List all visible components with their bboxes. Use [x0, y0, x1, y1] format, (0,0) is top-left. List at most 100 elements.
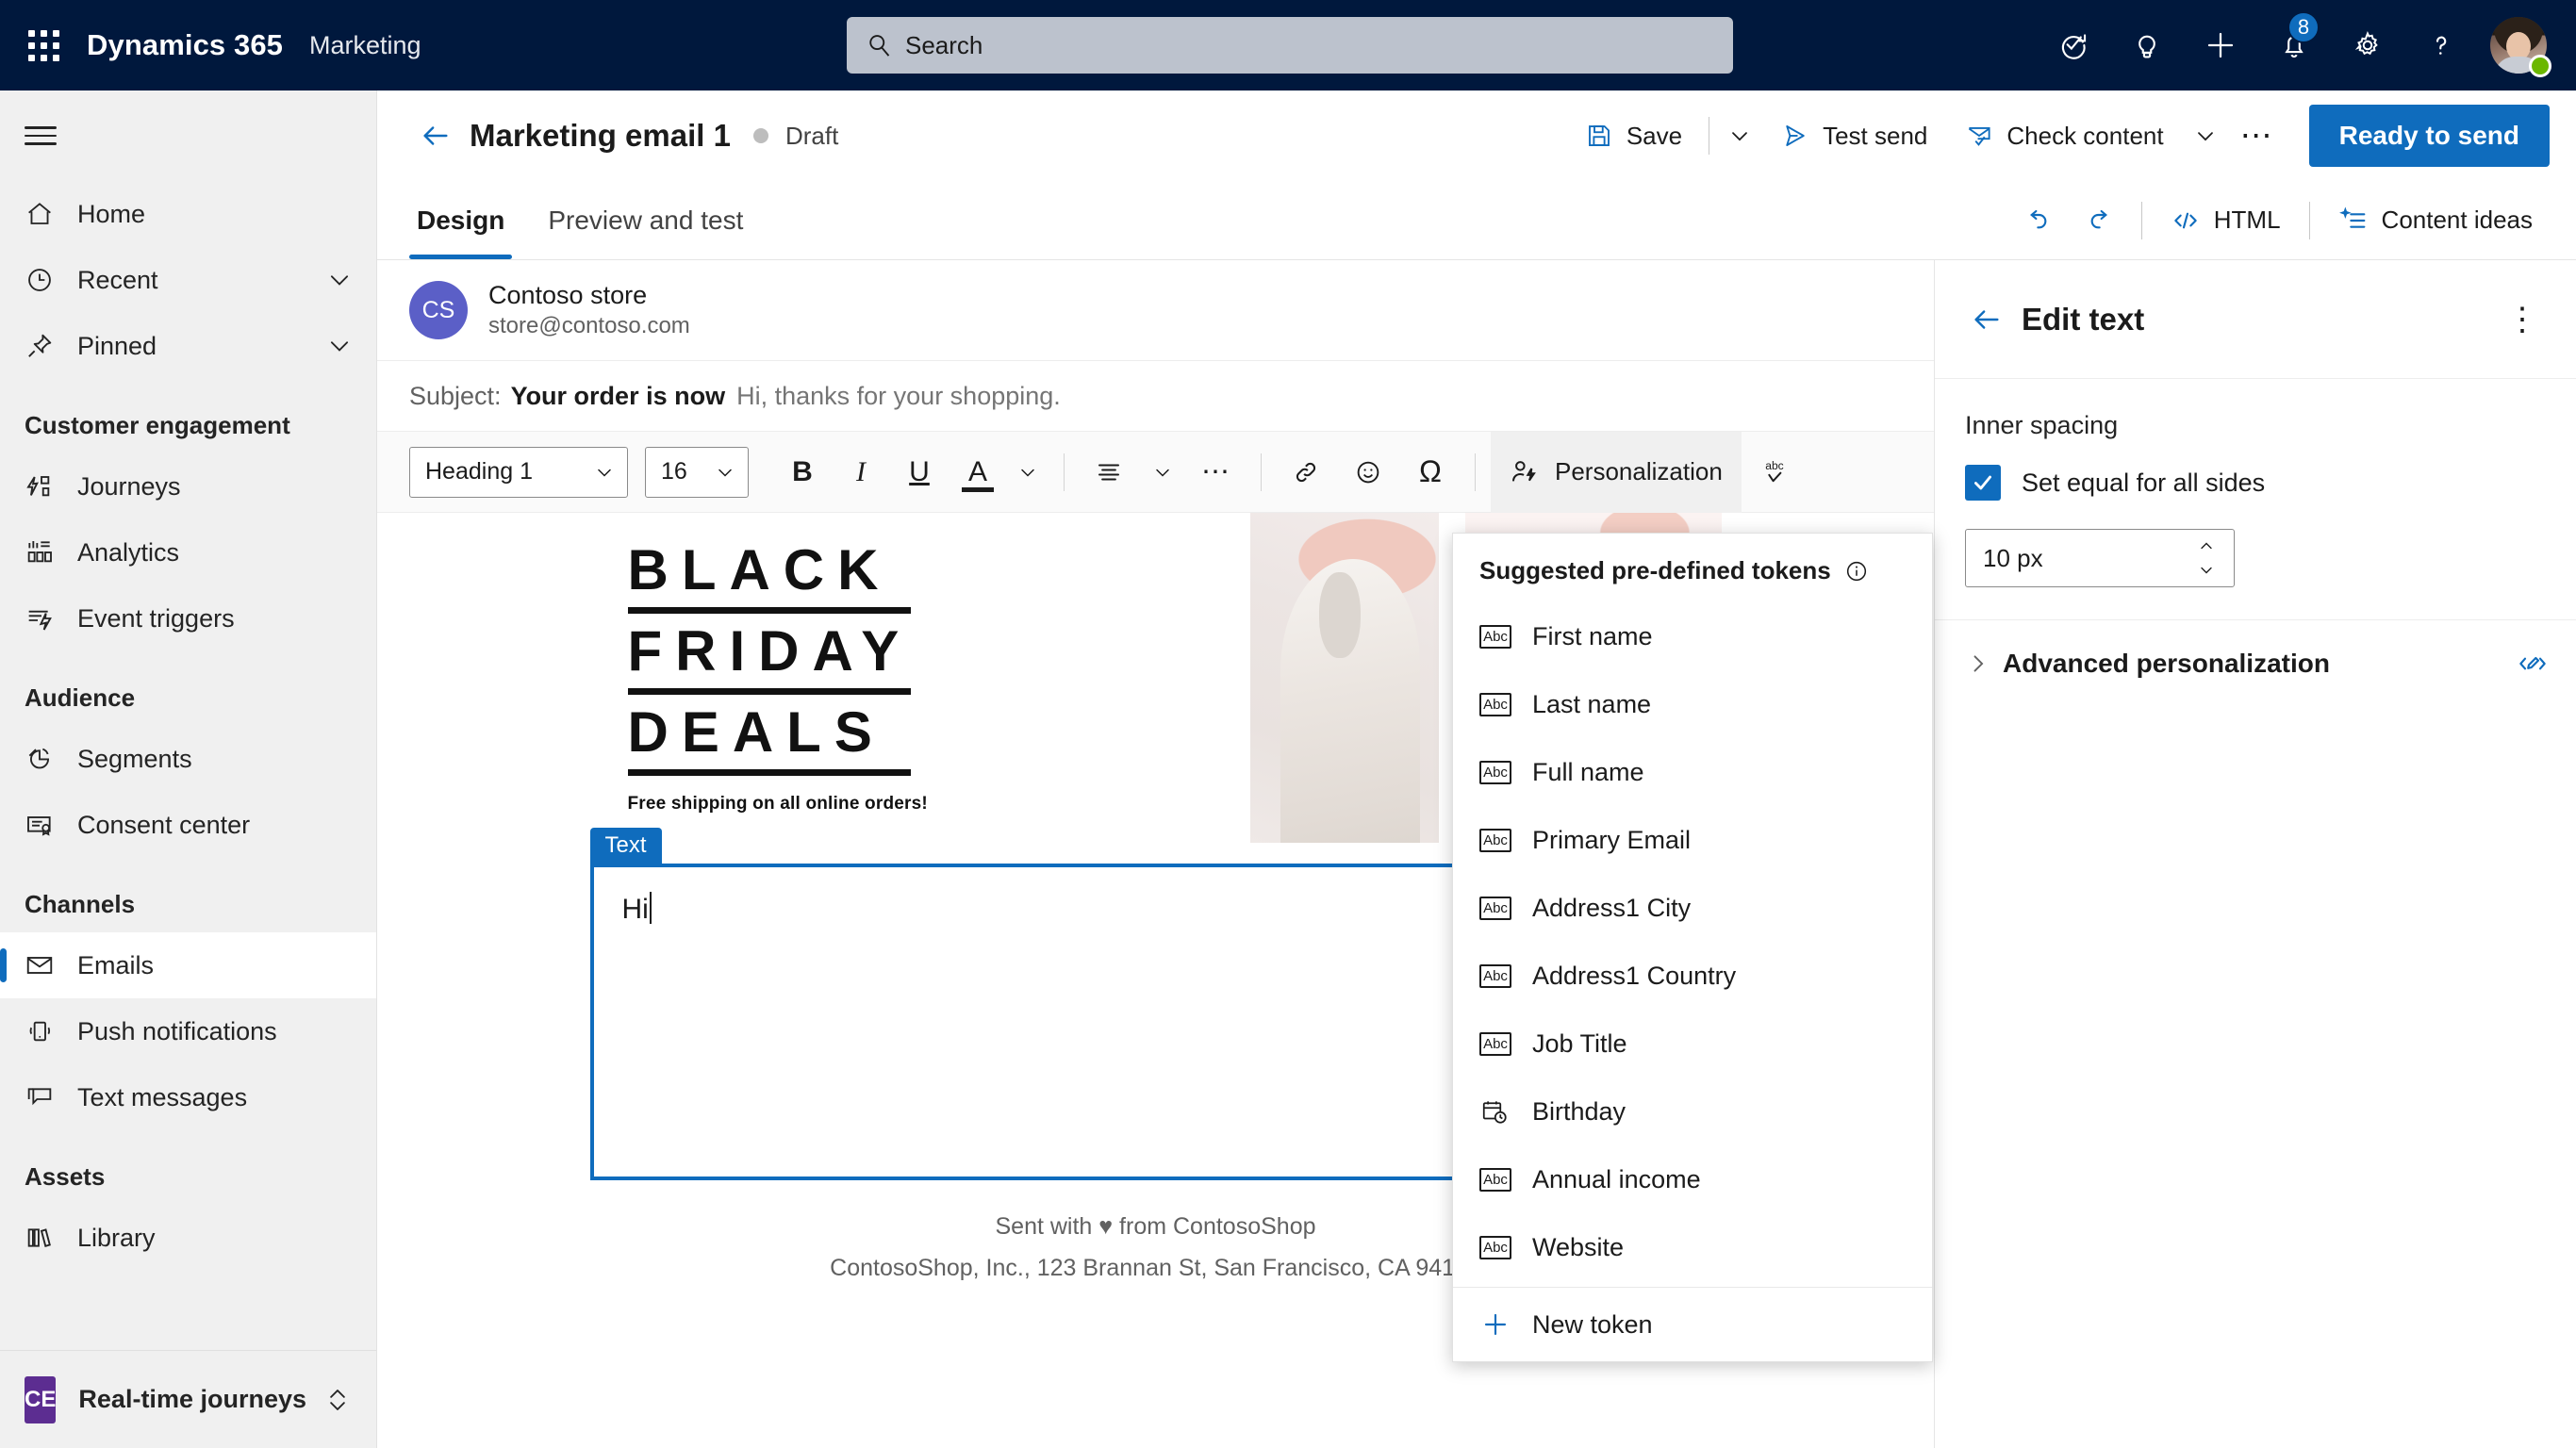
font-color-button[interactable]: A — [949, 445, 1007, 500]
sidebar-item-recent[interactable]: Recent — [0, 247, 376, 313]
test-send-label: Test send — [1823, 121, 1928, 150]
font-size-select[interactable]: 16 — [645, 446, 749, 498]
align-chevron-icon[interactable] — [1142, 443, 1183, 502]
clock-icon — [25, 265, 77, 295]
set-equal-checkbox-row[interactable]: Set equal for all sides — [1965, 465, 2548, 501]
content-ideas-button[interactable]: Content ideas — [2321, 191, 2550, 250]
sidebar-item-event-triggers[interactable]: Event triggers — [0, 585, 376, 651]
abc-spellcheck-icon[interactable]: abc — [1745, 445, 1804, 500]
tab-design[interactable]: Design — [409, 181, 513, 259]
token-annual-income[interactable]: Abc Annual income — [1453, 1145, 1932, 1213]
home-icon — [25, 199, 77, 229]
global-search[interactable]: Search — [847, 17, 1733, 74]
token-first-name[interactable]: Abc First name — [1453, 602, 1932, 670]
properties-panel: Edit text ⋮ Inner spacing Set equal for … — [1935, 260, 2576, 1448]
symbol-button[interactable]: Ω — [1401, 445, 1460, 500]
panel-back-arrow-icon[interactable] — [1961, 304, 2012, 336]
spacing-stepper[interactable]: 10 px — [1965, 529, 2235, 587]
italic-button[interactable]: I — [832, 445, 890, 500]
sidebar-item-pinned[interactable]: Pinned — [0, 313, 376, 379]
svg-text:abc: abc — [1765, 459, 1783, 472]
token-label: Birthday — [1532, 1096, 1627, 1126]
chevron-down-icon[interactable] — [325, 332, 354, 360]
personalization-button[interactable]: Personalization — [1491, 431, 1742, 513]
notification-badge: 8 — [2287, 11, 2320, 43]
subject-row[interactable]: Subject: Your order is now Hi, thanks fo… — [377, 360, 1934, 432]
link-icon[interactable] — [1277, 445, 1335, 500]
text-style-select[interactable]: Heading 1 — [409, 446, 628, 498]
token-label: Primary Email — [1532, 825, 1692, 854]
code-pencil-icon[interactable] — [2518, 649, 2548, 679]
set-equal-checkbox[interactable] — [1965, 465, 2001, 501]
more-formatting-icon[interactable]: ⋯ — [1187, 445, 1246, 500]
back-arrow-icon[interactable] — [409, 120, 462, 152]
abc-token-icon: Abc — [1479, 624, 1511, 649]
token-primary-email[interactable]: Abc Primary Email — [1453, 806, 1932, 874]
token-job-title[interactable]: Abc Job Title — [1453, 1010, 1932, 1078]
gear-icon[interactable] — [2331, 0, 2404, 90]
sidebar-item-home[interactable]: Home — [0, 181, 376, 247]
token-label: Full name — [1532, 757, 1644, 786]
advanced-personalization-row[interactable]: Advanced personalization — [1935, 620, 2576, 707]
properties-panel-header: Edit text ⋮ — [1935, 260, 2576, 379]
question-icon[interactable] — [2404, 0, 2478, 90]
sidebar-item-library[interactable]: Library — [0, 1205, 376, 1271]
sidebar-item-consent-center[interactable]: Consent center — [0, 792, 376, 858]
panel-more-options-icon[interactable]: ⋮ — [2497, 294, 2548, 345]
test-send-button[interactable]: Test send — [1764, 107, 1944, 165]
sidebar-item-emails[interactable]: Emails — [0, 932, 376, 998]
token-birthday[interactable]: Birthday — [1453, 1078, 1932, 1145]
sidebar-item-push-notifications[interactable]: Push notifications — [0, 998, 376, 1064]
spacing-increase-icon[interactable] — [2192, 535, 2221, 557]
chevron-down-icon[interactable] — [325, 266, 354, 294]
save-options-chevron-icon[interactable] — [1719, 107, 1760, 165]
token-last-name[interactable]: Abc Last name — [1453, 670, 1932, 738]
avatar[interactable] — [2478, 0, 2559, 90]
ready-to-send-button[interactable]: Ready to send — [2308, 105, 2550, 167]
font-color-chevron-icon[interactable] — [1007, 443, 1049, 502]
chevron-down-icon — [714, 461, 736, 484]
bold-button[interactable]: B — [773, 445, 832, 500]
sidebar-item-analytics[interactable]: Analytics — [0, 519, 376, 585]
sidebar-item-label: Segments — [77, 744, 192, 773]
area-switcher-chevron-icon[interactable] — [323, 1386, 352, 1414]
check-content-chevron-icon[interactable] — [2185, 107, 2226, 165]
sidebar-item-segments[interactable]: Segments — [0, 726, 376, 792]
area-switcher[interactable]: CE Real-time journeys — [0, 1350, 376, 1448]
info-icon[interactable] — [1844, 559, 1869, 584]
lightbulb-icon[interactable] — [2110, 0, 2184, 90]
token-address1-city[interactable]: Abc Address1 City — [1453, 874, 1932, 942]
tab-preview-and-test[interactable]: Preview and test — [540, 181, 751, 259]
emoji-icon[interactable] — [1339, 445, 1397, 500]
sidebar-item-text-messages[interactable]: Text messages — [0, 1064, 376, 1130]
status-dot — [752, 128, 768, 143]
sidebar-group-title: Customer engagement — [25, 411, 290, 439]
more-commands-icon[interactable]: ⋯ — [2230, 107, 2285, 165]
tab-label: Preview and test — [548, 205, 744, 235]
token-full-name[interactable]: Abc Full name — [1453, 738, 1932, 806]
banner-image-model-1 — [1249, 513, 1439, 843]
spacing-decrease-icon[interactable] — [2192, 559, 2221, 582]
check-content-button[interactable]: Check content — [1948, 107, 2180, 165]
app-launcher-icon[interactable] — [0, 29, 87, 61]
align-icon[interactable] — [1080, 445, 1138, 500]
underline-button[interactable]: U — [890, 445, 949, 500]
html-button[interactable]: HTML — [2154, 191, 2298, 250]
search-input[interactable]: Search — [847, 17, 1733, 74]
sidebar-item-journeys[interactable]: Journeys — [0, 453, 376, 519]
token-address1-country[interactable]: Abc Address1 Country — [1453, 942, 1932, 1010]
sidebar-toggle-icon[interactable] — [0, 90, 376, 181]
undo-icon[interactable] — [2007, 191, 2066, 250]
checkmark-arrow-icon[interactable] — [2037, 0, 2110, 90]
banner-rule-1 — [627, 606, 911, 614]
redo-icon[interactable] — [2072, 191, 2130, 250]
search-placeholder: Search — [905, 30, 983, 59]
new-token-button[interactable]: New token — [1453, 1288, 1932, 1361]
top-navigation-bar: Dynamics 365 Marketing Search 8 — [0, 0, 2576, 90]
banner-line-3: DEALS — [627, 700, 885, 765]
bell-icon[interactable]: 8 — [2257, 0, 2331, 90]
new-token-label: New token — [1532, 1309, 1653, 1339]
plus-icon[interactable] — [2184, 0, 2257, 90]
token-website[interactable]: Abc Website — [1453, 1213, 1932, 1281]
save-button[interactable]: Save — [1568, 107, 1699, 165]
